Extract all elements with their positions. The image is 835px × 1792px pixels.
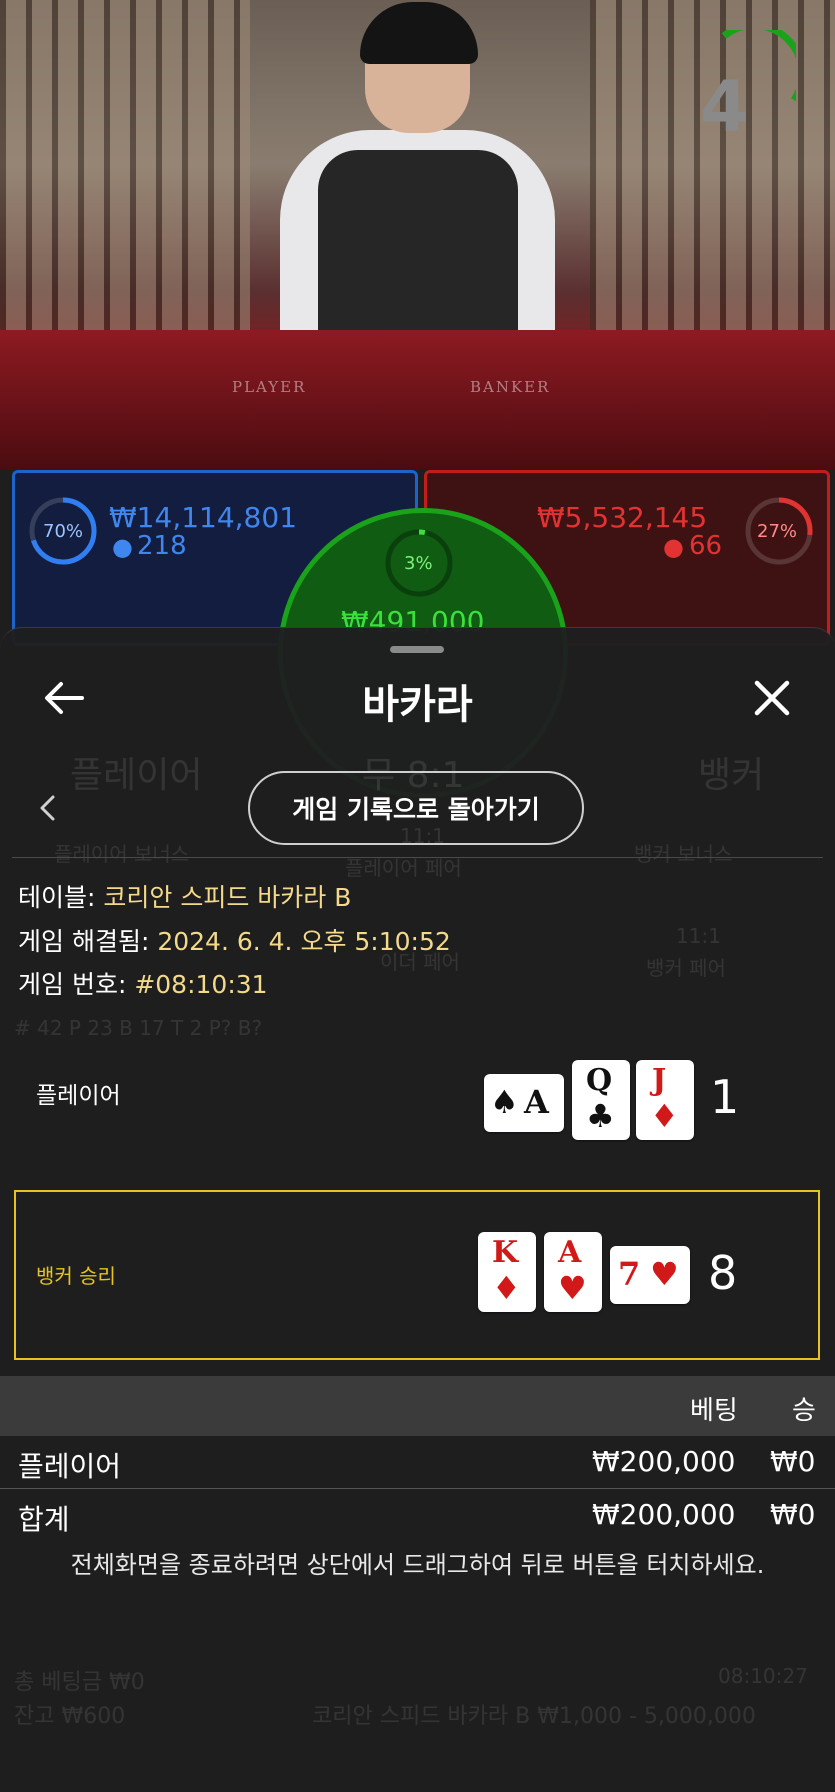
card-suit-icon: ♦ bbox=[650, 1097, 679, 1135]
player-bet-amount: ₩14,114,801 bbox=[109, 501, 298, 534]
col-bet-header: 베팅 bbox=[690, 1396, 738, 1426]
ghost-game-id: 08:10:27 bbox=[718, 1664, 808, 1688]
previous-game-button[interactable] bbox=[30, 788, 64, 828]
resolved-label: 게임 해결됨: bbox=[18, 927, 150, 956]
close-button[interactable] bbox=[744, 670, 800, 726]
card-rank: A bbox=[558, 1235, 582, 1270]
row-player-win: ₩0 bbox=[770, 1445, 816, 1478]
ghost-banker-label: 뱅커 bbox=[698, 755, 765, 796]
divider bbox=[12, 857, 823, 858]
banker-bet-amount: ₩5,532,145 bbox=[537, 501, 708, 534]
ghost-balance: 잔고 ₩600 bbox=[14, 1704, 126, 1729]
chevron-left-icon bbox=[40, 795, 55, 821]
ghost-banker-pair: 뱅커 페어 bbox=[646, 956, 726, 980]
ghost-banker-pair-ratio: 11:1 bbox=[676, 924, 721, 948]
col-win-header: 승 bbox=[792, 1396, 816, 1426]
banker-score: 8 bbox=[708, 1246, 738, 1300]
card-rank: Q bbox=[586, 1063, 613, 1098]
card-suit-icon: ♦ bbox=[492, 1269, 521, 1307]
sheet-title: 바카라 bbox=[362, 682, 473, 728]
player-card-3: J ♦ bbox=[636, 1060, 694, 1140]
divider bbox=[0, 1488, 835, 1489]
game-number-info: 게임 번호: #08:10:31 bbox=[18, 965, 268, 1001]
card-rank: A bbox=[524, 1083, 549, 1121]
ghost-player-bonus: 플레이어 보너스 bbox=[54, 842, 190, 866]
banker-card-3: 7 ♥ bbox=[610, 1246, 690, 1304]
banker-win-label: 뱅커 승리 bbox=[36, 1264, 116, 1288]
player-percent: 70% bbox=[43, 521, 84, 542]
drag-handle[interactable] bbox=[390, 646, 444, 653]
card-rank: J bbox=[652, 1063, 667, 1098]
banker-percent: 27% bbox=[757, 521, 798, 542]
player-hand-label: 플레이어 bbox=[36, 1083, 121, 1109]
row-total-win: ₩0 bbox=[770, 1498, 816, 1531]
game-number-value: #08:10:31 bbox=[134, 970, 268, 999]
table-label: 테이블: bbox=[18, 883, 96, 912]
back-to-history-button[interactable]: 게임 기록으로 돌아가기 bbox=[248, 771, 584, 845]
banker-bettors-count: 66 bbox=[689, 531, 723, 561]
fullscreen-exit-hint: 전체화면을 종료하려면 상단에서 드래그하여 뒤로 버튼을 터치하세요. bbox=[70, 1551, 765, 1579]
user-icon: ● bbox=[663, 533, 684, 561]
row-player-name: 플레이어 bbox=[18, 1450, 122, 1483]
player-card-2: Q ♣ bbox=[572, 1060, 630, 1140]
row-total-bet: ₩200,000 bbox=[592, 1498, 736, 1531]
player-hand-row: 플레이어 ♠ A Q ♣ J ♦ 1 bbox=[14, 1022, 820, 1192]
folding-screen-left bbox=[0, 0, 250, 330]
dealer-hair bbox=[360, 2, 478, 64]
card-rank: 7 bbox=[618, 1255, 641, 1293]
player-score: 1 bbox=[710, 1070, 740, 1124]
card-suit-icon: ♠ bbox=[490, 1083, 519, 1121]
game-number-label: 게임 번호: bbox=[18, 970, 127, 999]
player-card-1: ♠ A bbox=[484, 1074, 564, 1132]
close-icon bbox=[754, 680, 790, 716]
card-suit-icon: ♥ bbox=[650, 1255, 679, 1293]
ghost-limits: 코리안 스피드 바카라 B ₩1,000 - 5,000,000 bbox=[312, 1704, 756, 1729]
table-value: 코리안 스피드 바카라 B bbox=[103, 883, 352, 912]
user-icon: ● bbox=[112, 533, 133, 561]
felt-banker-text: BANKER bbox=[470, 378, 551, 396]
player-bettors-count: 218 bbox=[137, 531, 187, 561]
countdown-timer: 4 bbox=[700, 66, 749, 148]
table-info: 테이블: 코리안 스피드 바카라 B bbox=[18, 878, 351, 914]
resolved-value: 2024. 6. 4. 오후 5:10:52 bbox=[157, 927, 451, 956]
banker-card-2: A ♥ bbox=[544, 1232, 602, 1312]
banker-hand-row: 뱅커 승리 K ♦ A ♥ 7 ♥ 8 bbox=[14, 1190, 820, 1360]
tie-percent: 3% bbox=[404, 553, 433, 574]
ghost-player-label: 플레이어 bbox=[70, 755, 203, 796]
resolved-info: 게임 해결됨: 2024. 6. 4. 오후 5:10:52 bbox=[18, 922, 451, 958]
row-player-bet: ₩200,000 bbox=[592, 1445, 736, 1478]
card-suit-icon: ♥ bbox=[558, 1269, 587, 1307]
row-total-name: 합계 bbox=[18, 1503, 70, 1536]
card-rank: K bbox=[492, 1235, 519, 1270]
card-suit-icon: ♣ bbox=[586, 1097, 615, 1135]
table-felt bbox=[0, 330, 835, 470]
ghost-banker-bonus: 뱅커 보너스 bbox=[634, 842, 733, 866]
felt-player-text: PLAYER bbox=[232, 378, 307, 396]
banker-card-1: K ♦ bbox=[478, 1232, 536, 1312]
ghost-total-bet: 총 베팅금 ₩0 bbox=[14, 1670, 145, 1695]
